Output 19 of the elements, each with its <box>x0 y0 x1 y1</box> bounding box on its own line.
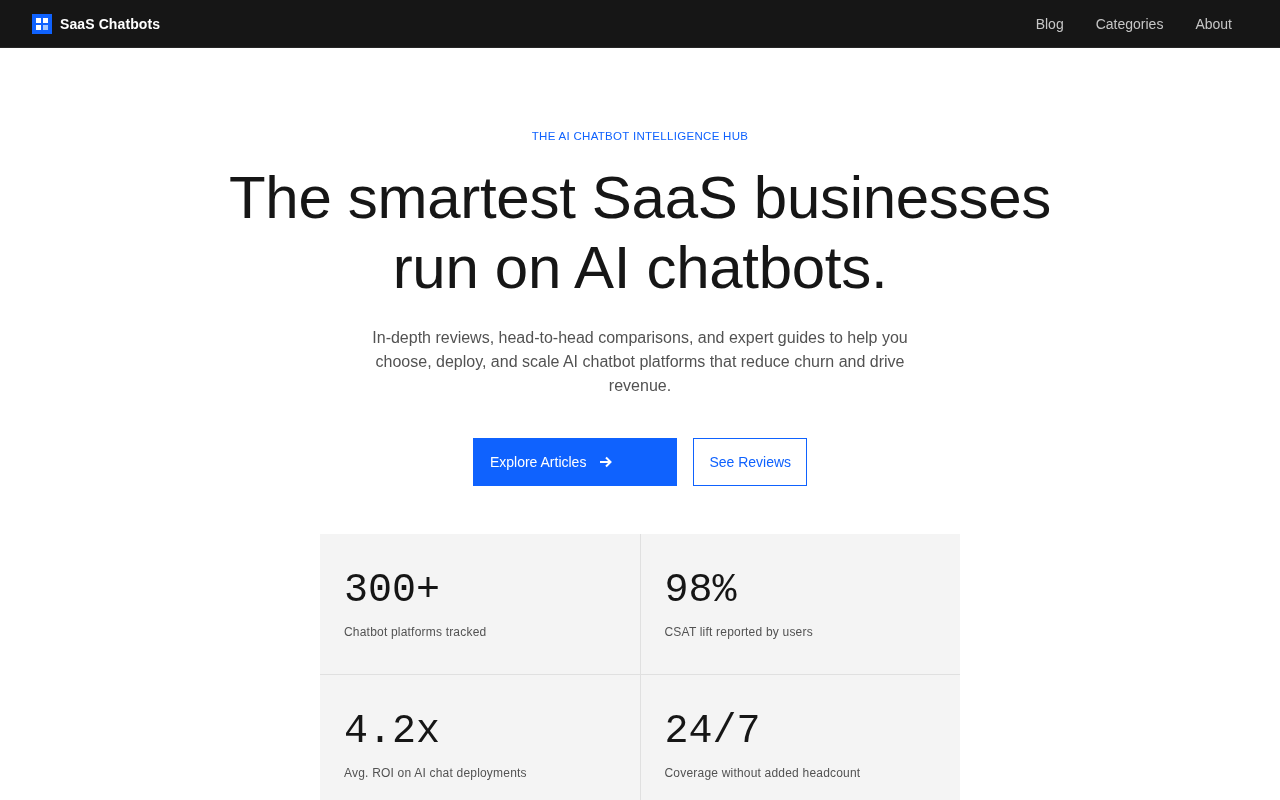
nav-link[interactable]: Blog <box>1035 13 1064 34</box>
stat-label: Coverage without added headcount <box>664 765 862 781</box>
arrow-right-icon <box>600 456 613 468</box>
stat-value: 24/7 <box>664 708 762 756</box>
stat-value: 4.2x <box>344 708 441 756</box>
reviews-button[interactable]: See Reviews <box>693 438 808 486</box>
stat-value: 98% <box>664 567 738 615</box>
eyebrow-text: THE AI CHATBOT INTELLIGENCE HUB <box>531 129 749 144</box>
stat-label: CSAT lift reported by users <box>664 624 814 640</box>
stat-label: Chatbot platforms tracked <box>344 624 488 640</box>
grid-logo-icon <box>32 13 52 34</box>
stat-value: 300+ <box>344 567 441 615</box>
nav-link[interactable]: About <box>1195 13 1232 34</box>
explore-button[interactable]: Explore Articles <box>472 438 678 486</box>
hero-headline: The smartest SaaS businesses run on AI chatbots. <box>228 163 1052 303</box>
hero-subtitle: In-depth reviews, head-to-head comparisons, and expert guides to help you choose, deploy, and scale AI chatbot platforms that reduce churn and drive revenue. <box>371 328 909 396</box>
nav-link[interactable]: Categories <box>1095 13 1164 34</box>
brand-link[interactable]: SaaS Chatbots <box>60 15 161 32</box>
stat-label: Avg. ROI on AI chat deployments <box>344 765 528 781</box>
